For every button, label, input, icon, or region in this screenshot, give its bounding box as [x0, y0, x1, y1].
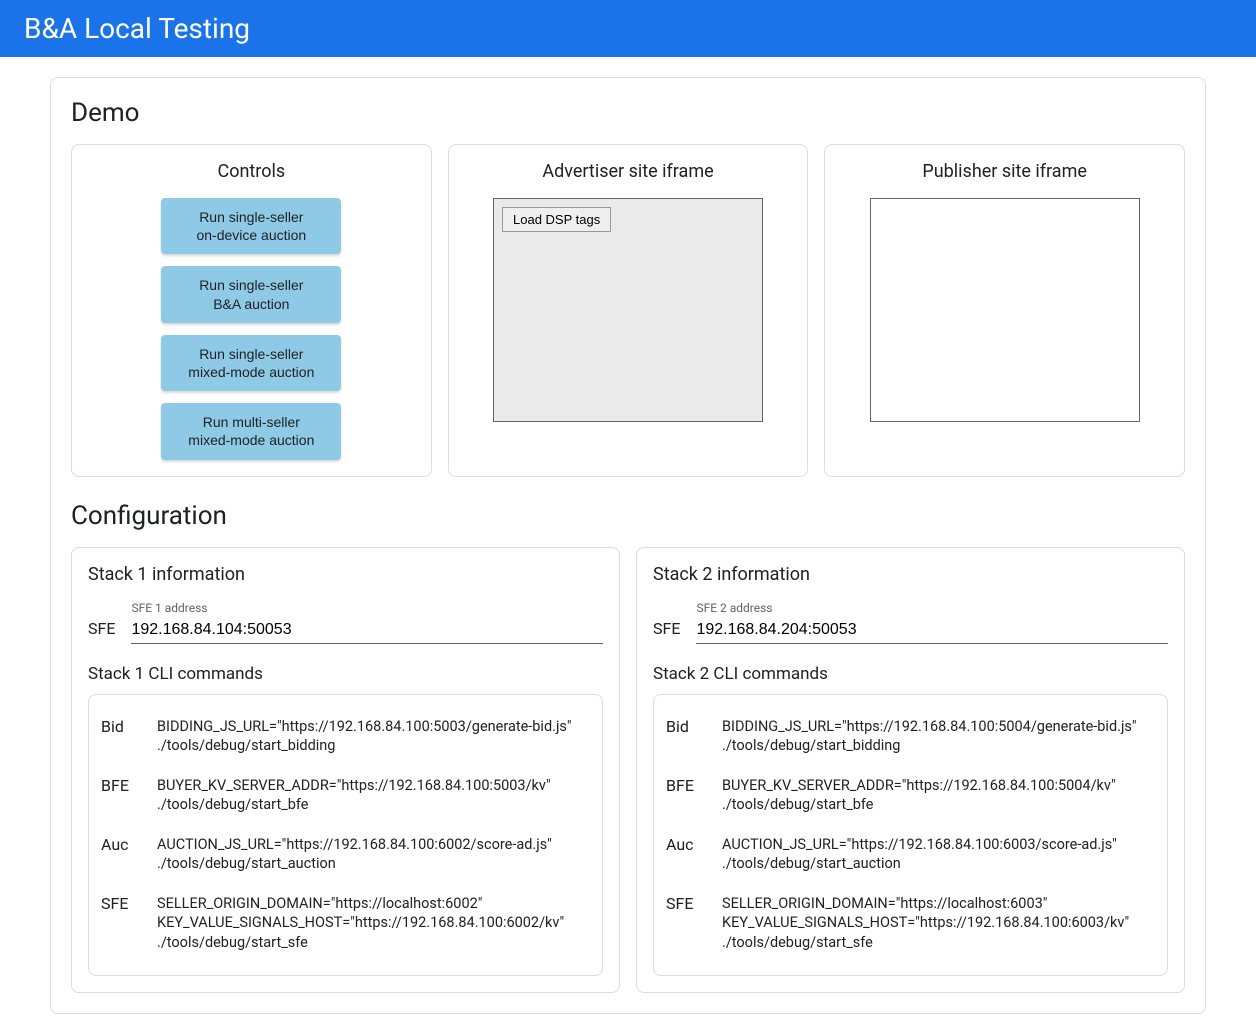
publisher-title: Publisher site iframe — [922, 161, 1087, 182]
advertiser-iframe: Load DSP tags — [493, 198, 763, 422]
run-multi-seller-mixed-button[interactable]: Run multi-sellermixed-mode auction — [161, 403, 341, 459]
cli-val-auc-2: AUCTION_JS_URL="https://192.168.84.100:6… — [722, 835, 1117, 874]
cli-key-sfe: SFE — [101, 894, 139, 913]
cli-val-bid: BIDDING_JS_URL="https://192.168.84.100:5… — [157, 717, 572, 756]
demo-row: Controls Run single-selleron-device auct… — [71, 144, 1185, 477]
stack-1-addr-wrap: SFE 1 address — [131, 601, 603, 644]
stack-2-cli-auc: Auc AUCTION_JS_URL="https://192.168.84.1… — [666, 825, 1155, 884]
stack-1-sfe-row: SFE SFE 1 address — [88, 601, 603, 644]
stack-2-info-title: Stack 2 information — [653, 564, 1168, 585]
cli-key-bfe-2: BFE — [666, 776, 704, 795]
stack-2-cli-sfe: SFE SELLER_ORIGIN_DOMAIN="https://localh… — [666, 884, 1155, 963]
stack-1-cli-card: Bid BIDDING_JS_URL="https://192.168.84.1… — [88, 694, 603, 976]
cli-val-sfe-2: SELLER_ORIGIN_DOMAIN="https://localhost:… — [722, 894, 1129, 953]
stack-1-cli-sfe: SFE SELLER_ORIGIN_DOMAIN="https://localh… — [101, 884, 590, 963]
cli-val-auc: AUCTION_JS_URL="https://192.168.84.100:6… — [157, 835, 552, 874]
app-title: B&A Local Testing — [24, 12, 250, 45]
controls-panel: Controls Run single-selleron-device auct… — [71, 144, 432, 477]
demo-title: Demo — [71, 98, 1185, 128]
cli-key-bid-2: Bid — [666, 717, 704, 736]
stack-2-cli-bfe: BFE BUYER_KV_SERVER_ADDR="https://192.16… — [666, 766, 1155, 825]
stack-2-cli-bid: Bid BIDDING_JS_URL="https://192.168.84.1… — [666, 707, 1155, 766]
stack-2-addr-label: SFE 2 address — [696, 601, 1168, 615]
stack-2-addr-wrap: SFE 2 address — [696, 601, 1168, 644]
controls-stack: Run single-selleron-device auction Run s… — [161, 198, 341, 460]
stack-1-cli-bid: Bid BIDDING_JS_URL="https://192.168.84.1… — [101, 707, 590, 766]
cli-val-sfe: SELLER_ORIGIN_DOMAIN="https://localhost:… — [157, 894, 564, 953]
sfe-2-address-input[interactable] — [696, 617, 1168, 644]
advertiser-title: Advertiser site iframe — [542, 161, 713, 182]
app-header: B&A Local Testing — [0, 0, 1256, 57]
stack-1-sfe-label: SFE — [88, 619, 115, 644]
publisher-iframe — [870, 198, 1140, 422]
run-single-seller-ondevice-button[interactable]: Run single-selleron-device auction — [161, 198, 341, 254]
cli-key-sfe-2: SFE — [666, 894, 704, 913]
cli-val-bid-2: BIDDING_JS_URL="https://192.168.84.100:5… — [722, 717, 1137, 756]
demo-config-card: Demo Controls Run single-selleron-device… — [50, 77, 1206, 1014]
stack-1-cli-title: Stack 1 CLI commands — [88, 664, 603, 684]
run-single-seller-ba-button[interactable]: Run single-sellerB&A auction — [161, 266, 341, 322]
stack-2-card: Stack 2 information SFE SFE 2 address St… — [636, 547, 1185, 993]
controls-title: Controls — [218, 161, 286, 182]
run-single-seller-mixed-button[interactable]: Run single-sellermixed-mode auction — [161, 335, 341, 391]
config-row: Stack 1 information SFE SFE 1 address St… — [71, 547, 1185, 993]
cli-val-bfe-2: BUYER_KV_SERVER_ADDR="https://192.168.84… — [722, 776, 1116, 815]
stack-2-cli-card: Bid BIDDING_JS_URL="https://192.168.84.1… — [653, 694, 1168, 976]
stack-2-sfe-row: SFE SFE 2 address — [653, 601, 1168, 644]
stack-1-card: Stack 1 information SFE SFE 1 address St… — [71, 547, 620, 993]
cli-key-bfe: BFE — [101, 776, 139, 795]
cli-val-bfe: BUYER_KV_SERVER_ADDR="https://192.168.84… — [157, 776, 551, 815]
main-content: Demo Controls Run single-selleron-device… — [0, 57, 1256, 1034]
stack-1-cli-bfe: BFE BUYER_KV_SERVER_ADDR="https://192.16… — [101, 766, 590, 825]
cli-key-bid: Bid — [101, 717, 139, 736]
sfe-1-address-input[interactable] — [131, 617, 603, 644]
stack-1-cli-auc: Auc AUCTION_JS_URL="https://192.168.84.1… — [101, 825, 590, 884]
cli-key-auc: Auc — [101, 835, 139, 854]
stack-2-sfe-label: SFE — [653, 619, 680, 644]
publisher-panel: Publisher site iframe — [824, 144, 1185, 477]
stack-2-cli-title: Stack 2 CLI commands — [653, 664, 1168, 684]
config-title: Configuration — [71, 501, 1185, 531]
advertiser-panel: Advertiser site iframe Load DSP tags — [448, 144, 809, 477]
cli-key-auc-2: Auc — [666, 835, 704, 854]
stack-1-info-title: Stack 1 information — [88, 564, 603, 585]
stack-1-addr-label: SFE 1 address — [131, 601, 603, 615]
load-dsp-tags-button[interactable]: Load DSP tags — [502, 207, 611, 232]
